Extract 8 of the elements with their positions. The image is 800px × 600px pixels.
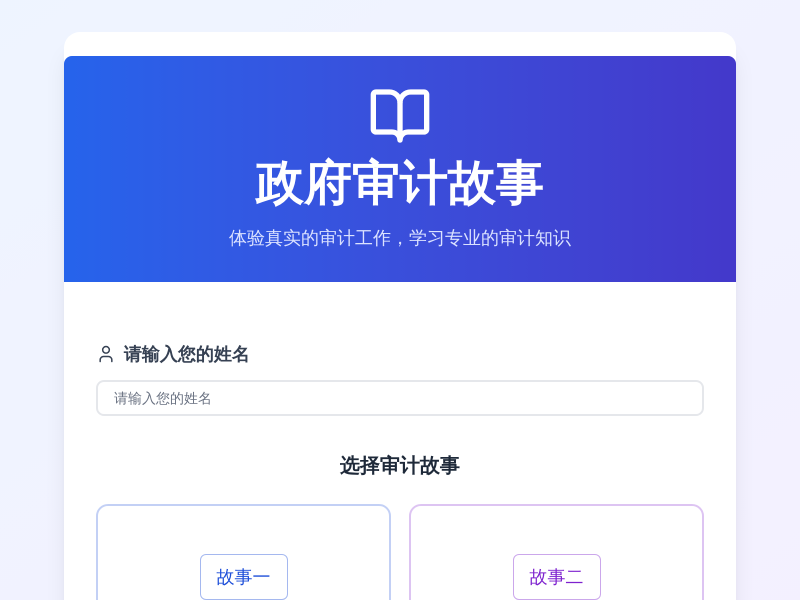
name-label: 请输入您的姓名 bbox=[124, 343, 250, 366]
story-card[interactable]: 故事二 bbox=[409, 504, 704, 600]
section-heading: 选择审计故事 bbox=[339, 454, 461, 479]
story-button[interactable]: 故事一 bbox=[200, 554, 288, 600]
story-card[interactable]: 故事一 bbox=[96, 504, 391, 600]
story-button[interactable]: 故事二 bbox=[512, 554, 600, 600]
page-subtitle: 体验真实的审计工作，学习专业的审计知识 bbox=[229, 227, 571, 250]
name-input-field[interactable]: 请输入您的姓名 bbox=[96, 380, 704, 416]
